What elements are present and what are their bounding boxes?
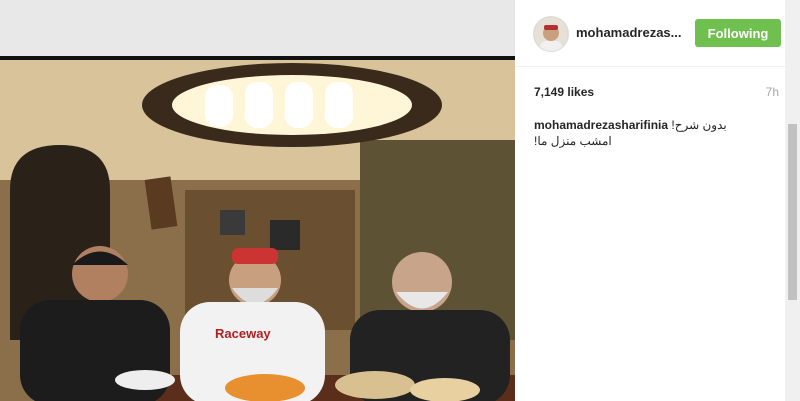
avatar-icon — [534, 17, 568, 51]
following-button[interactable]: Following — [695, 19, 781, 47]
post-photo: Raceway — [0, 56, 515, 401]
caption-line-2: !امشب منزل ما — [534, 134, 612, 148]
caption-line-1: !بدون شرح — [671, 118, 727, 132]
caption-username[interactable]: mohamadrezasharifinia — [534, 118, 668, 132]
username-link[interactable]: mohamadrezas... — [576, 25, 682, 40]
post-header: mohamadrezas... Following — [515, 0, 785, 67]
page-backdrop — [0, 0, 515, 56]
shirt-print: Raceway — [215, 326, 271, 341]
scrollbar-thumb[interactable] — [788, 124, 797, 300]
avatar[interactable] — [533, 16, 569, 52]
post-side-panel: mohamadrezas... Following 7,149 likes 7h… — [515, 0, 785, 401]
likes-count[interactable]: 7,149 likes — [534, 85, 594, 99]
post-time[interactable]: 7h — [766, 85, 779, 99]
post-caption: mohamadrezasharifinia !بدون شرح !امشب من… — [534, 117, 774, 149]
scrollbar[interactable] — [785, 0, 800, 401]
